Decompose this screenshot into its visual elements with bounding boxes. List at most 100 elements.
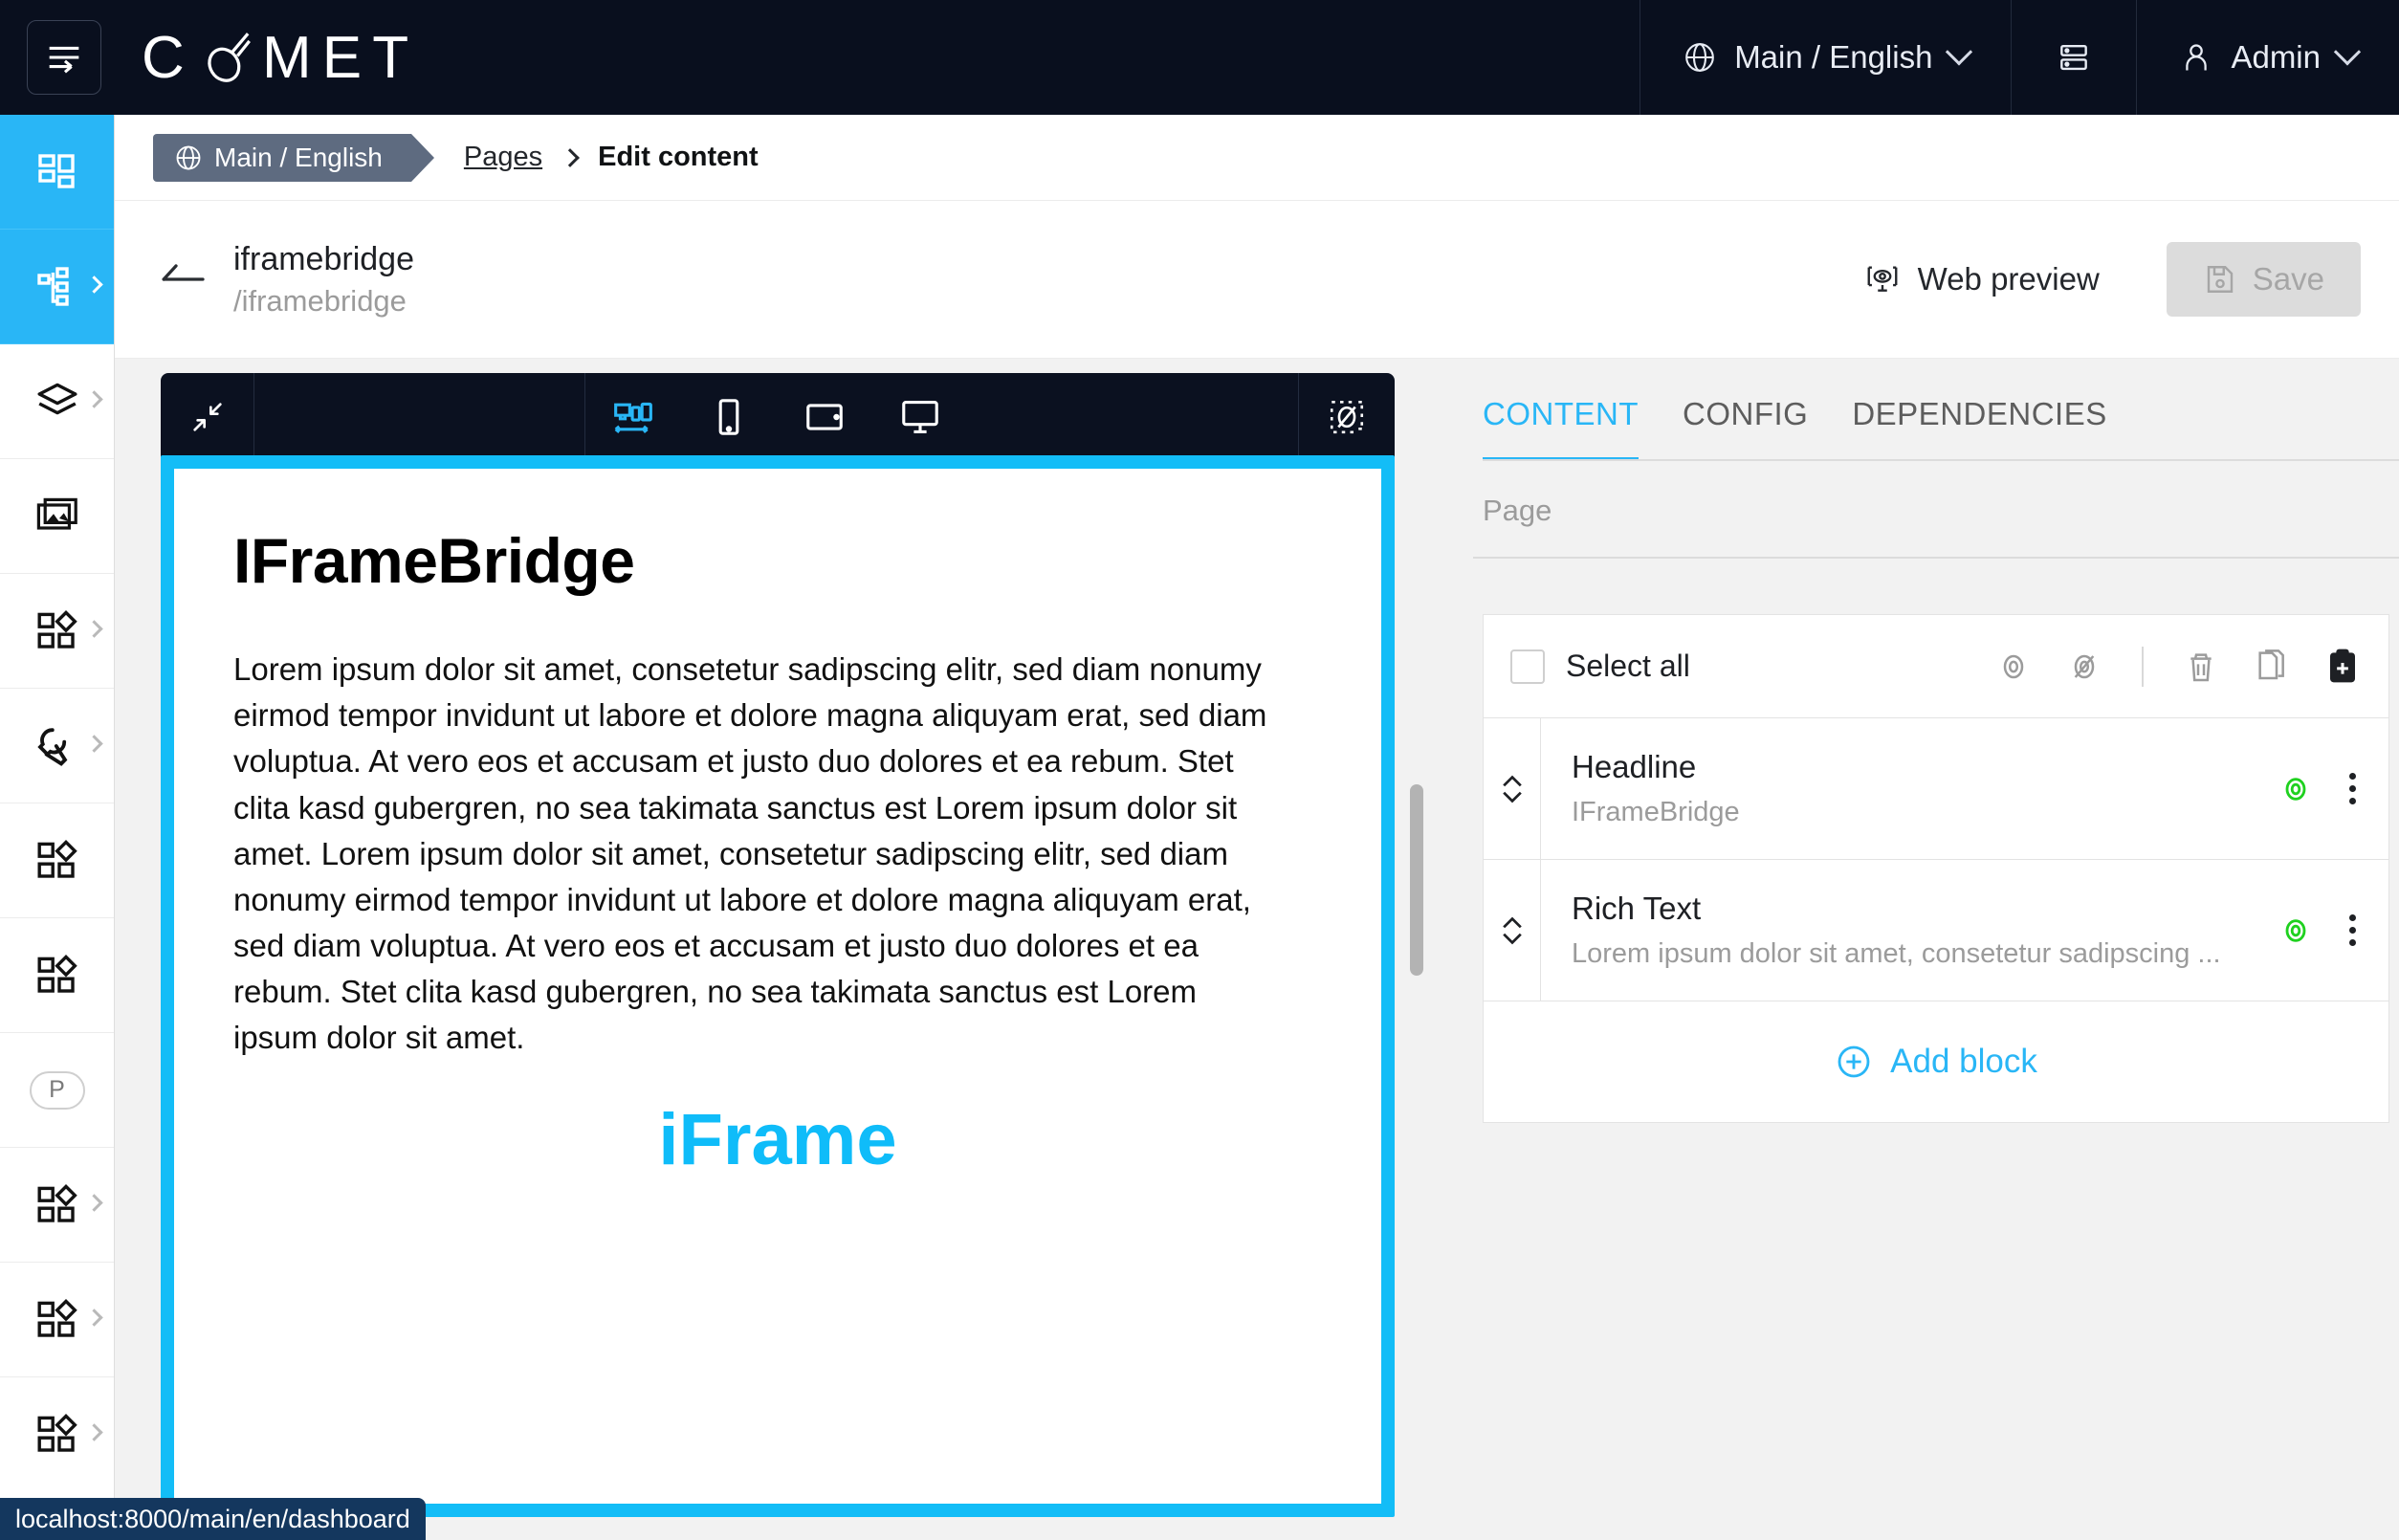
arrow-left-icon[interactable]: [153, 250, 212, 309]
add-block-button[interactable]: Add block: [1484, 1001, 2388, 1122]
preview-iframe-highlight[interactable]: IFrameBridge Lorem ipsum dolor sit amet,…: [161, 455, 1423, 1517]
reorder-handle[interactable]: [1484, 860, 1541, 1001]
preview-pane: IFrameBridge Lorem ipsum dolor sit amet,…: [115, 360, 1454, 1540]
blocks-icon: [34, 608, 80, 654]
tab-content[interactable]: CONTENT: [1483, 396, 1639, 461]
chevron-right-icon: [85, 389, 103, 408]
sidebar-item-media[interactable]: [0, 459, 114, 574]
eye-visible-icon[interactable]: [2277, 912, 2315, 950]
sidebar-item-pages[interactable]: [0, 230, 114, 344]
save-label: Save: [2252, 261, 2324, 297]
preview-iframe-label: iFrame: [658, 1098, 897, 1180]
content-panel: CONTENT CONFIG DEPENDENCIES Page Select …: [1473, 360, 2399, 1540]
block-subtitle: Lorem ipsum dolor sit amet, consetetur s…: [1572, 938, 2221, 969]
user-menu[interactable]: Admin: [2136, 0, 2399, 115]
preview-toolbar-gap-right: [968, 373, 1299, 461]
block-title: Headline: [1572, 749, 1697, 784]
save-disk-icon: [2203, 262, 2237, 297]
brand-letter-m: M: [261, 24, 322, 91]
copy-icon[interactable]: [2253, 648, 2291, 686]
delete-icon[interactable]: [2182, 648, 2220, 686]
show-icon[interactable]: [1994, 648, 2033, 686]
hidden-blocks-icon[interactable]: [1299, 373, 1395, 461]
device-mobile[interactable]: [681, 373, 777, 461]
block-content: Headline IFrameBridge: [1541, 718, 2388, 859]
chevron-down-icon: [2333, 38, 2362, 66]
select-all-row: Select all: [1484, 615, 2388, 718]
tab-config[interactable]: CONFIG: [1683, 396, 1808, 461]
panel-tabs: CONTENT CONFIG DEPENDENCIES: [1473, 360, 2399, 461]
hide-icon[interactable]: [2065, 648, 2103, 686]
blocks-icon: [34, 838, 80, 884]
language-selector[interactable]: Main / English: [1640, 0, 2011, 115]
block-actions: [2277, 767, 2367, 810]
eye-screen-icon: [1864, 261, 1901, 297]
page-slug: /iframebridge: [233, 283, 407, 318]
wrench-icon: [34, 723, 80, 769]
breadcrumb-current: Edit content: [598, 142, 759, 172]
block-texts: Headline IFrameBridge: [1572, 749, 1740, 828]
table-row[interactable]: Headline IFrameBridge: [1484, 718, 2388, 860]
status-bar-url: localhost:8000/main/en/dashboard: [0, 1498, 426, 1540]
tab-dependencies[interactable]: DEPENDENCIES: [1852, 396, 2106, 461]
kebab-menu-icon[interactable]: [2338, 767, 2367, 810]
layers-icon: [34, 379, 80, 425]
chevron-right-icon: [85, 275, 103, 294]
block-list: Select all Headline IFrameBridge Rich Te…: [1483, 614, 2389, 1123]
collapse-arrows-icon[interactable]: [161, 373, 254, 461]
device-tablet[interactable]: [777, 373, 872, 461]
divider: [2142, 646, 2144, 687]
sidebar-item-modules-5[interactable]: [0, 1377, 114, 1492]
comet-o-icon: [199, 28, 258, 87]
breadcrumb-scope-chip[interactable]: Main / English: [153, 133, 434, 182]
select-all-label: Select all: [1566, 649, 1690, 683]
chevron-right-icon: [561, 147, 581, 167]
p-badge-label: P: [49, 1076, 65, 1103]
preview-toolbar-gap-left: [254, 373, 585, 461]
brand-logo[interactable]: COMET C M E T: [142, 24, 419, 92]
paste-icon[interactable]: [2323, 648, 2362, 686]
p-badge-icon: P: [29, 1070, 85, 1110]
sitemap-icon: [34, 264, 80, 310]
preview-heading: IFrameBridge: [233, 525, 635, 596]
user-label: Admin: [2231, 39, 2321, 75]
sidebar-item-modules-3[interactable]: [0, 1148, 114, 1263]
save-button[interactable]: Save: [2166, 242, 2361, 317]
block-content: Rich Text Lorem ipsum dolor sit amet, co…: [1541, 860, 2388, 1001]
add-block-label: Add block: [1890, 1043, 2037, 1080]
sidebar-item-modules-2[interactable]: [0, 918, 114, 1033]
sidebar-item-projects-badge[interactable]: P: [0, 1033, 114, 1148]
globe-icon: [1683, 40, 1717, 75]
plus-circle-icon: [1835, 1043, 1873, 1081]
device-selector: [585, 373, 968, 471]
select-all-checkbox[interactable]: [1510, 649, 1545, 684]
chevron-down-icon: [1946, 38, 1973, 66]
sidebar-item-modules-1[interactable]: [0, 803, 114, 918]
kebab-menu-icon[interactable]: [2338, 909, 2367, 952]
brand-letter-e: E: [321, 24, 373, 91]
chevron-right-icon: [85, 1193, 103, 1212]
breadcrumb-link-pages[interactable]: Pages: [464, 142, 542, 173]
eye-visible-icon[interactable]: [2277, 770, 2315, 808]
table-row[interactable]: Rich Text Lorem ipsum dolor sit amet, co…: [1484, 860, 2388, 1001]
sidebar-item-assets[interactable]: [0, 344, 114, 459]
breadcrumb-scope-label: Main / English: [214, 142, 383, 172]
reorder-handle[interactable]: [1484, 718, 1541, 859]
sidebar-item-blocks[interactable]: [0, 574, 114, 689]
sidebar-item-modules-4[interactable]: [0, 1263, 114, 1377]
server-selector[interactable]: [2011, 0, 2136, 115]
page-header: iframebridge /iframebridge Web preview S…: [115, 201, 2399, 359]
bulk-actions: [1994, 646, 2362, 687]
sidebar-item-settings[interactable]: [0, 689, 114, 803]
device-desktop[interactable]: [872, 373, 968, 461]
left-sidebar: P: [0, 115, 115, 1540]
preview-scrollbar[interactable]: [1410, 784, 1423, 976]
blocks-icon: [34, 1412, 80, 1458]
hamburger-icon[interactable]: [27, 20, 101, 95]
breadcrumb: Main / English Pages Edit content: [115, 115, 2399, 201]
blocks-icon: [34, 1297, 80, 1343]
sidebar-item-dashboard[interactable]: [0, 115, 114, 230]
device-responsive[interactable]: [585, 373, 681, 471]
web-preview-button[interactable]: Web preview: [1864, 261, 2100, 297]
block-texts: Rich Text Lorem ipsum dolor sit amet, co…: [1572, 891, 2221, 970]
